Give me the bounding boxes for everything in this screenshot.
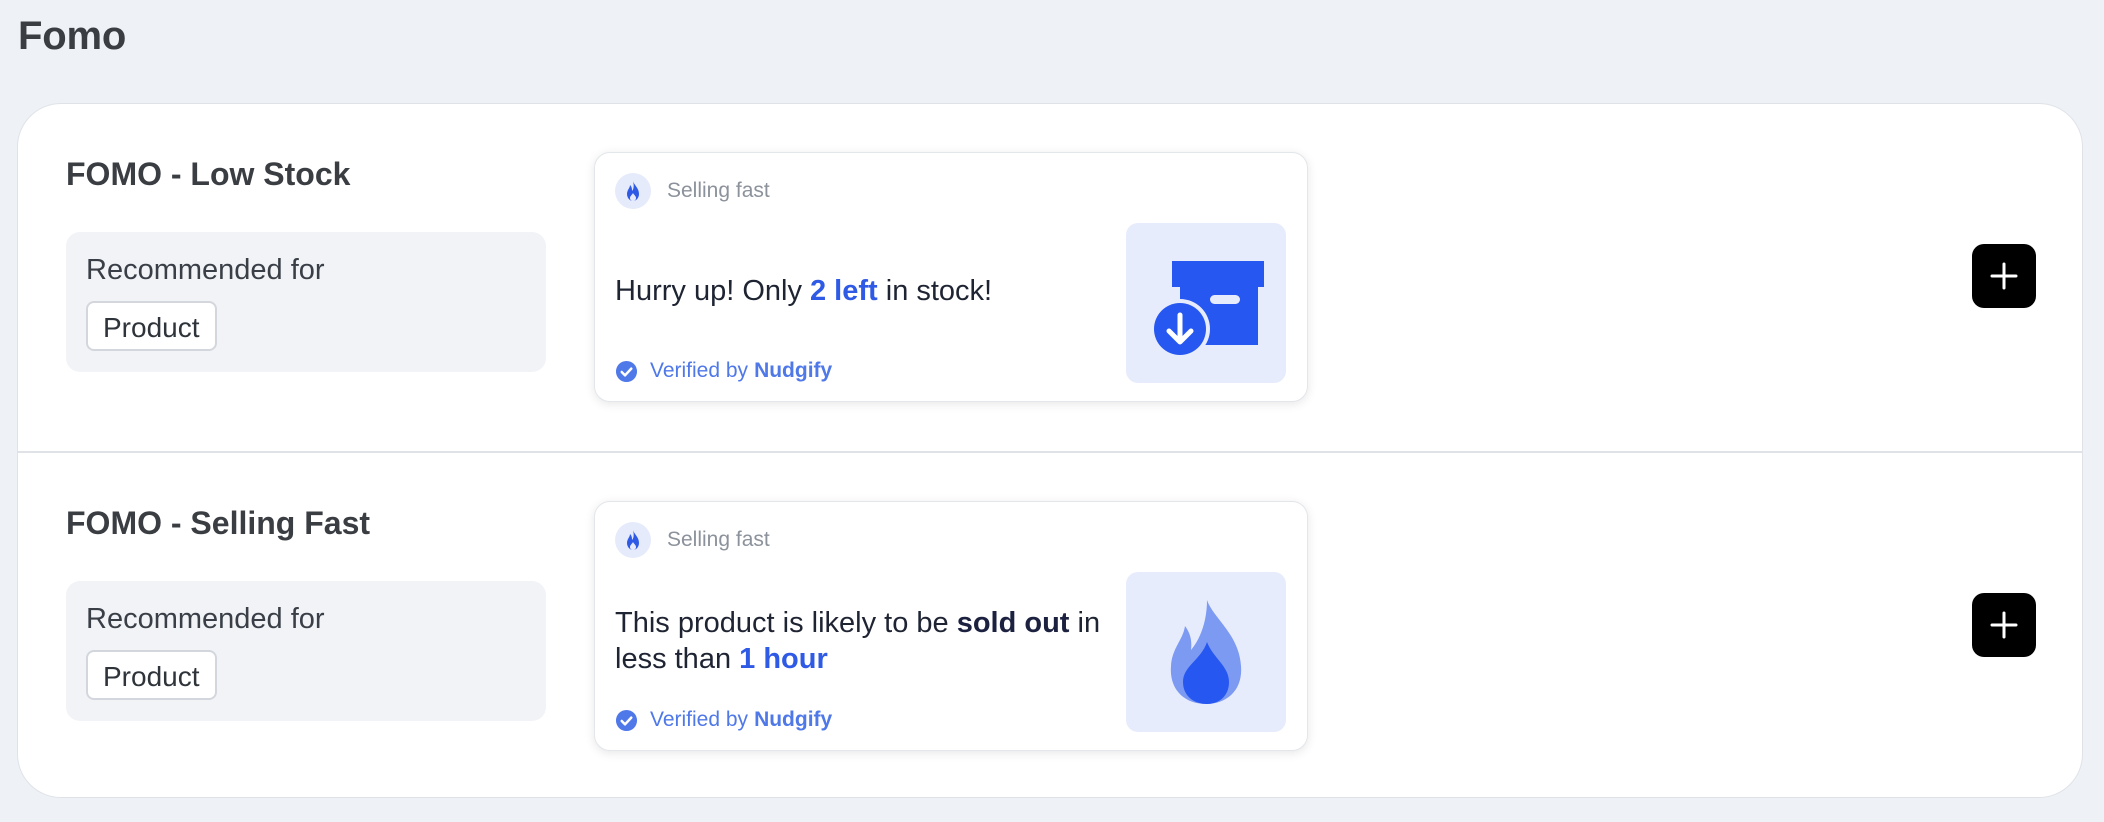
- template-title: FOMO - Selling Fast: [66, 505, 371, 541]
- add-template-button[interactable]: [1972, 593, 2036, 657]
- fire-icon: [615, 522, 651, 558]
- card-header-label: Selling fast: [667, 179, 770, 202]
- message-text: Hurry up! Only: [615, 275, 810, 307]
- templates-panel: FOMO - Low Stock Recommended for Product…: [17, 103, 2083, 798]
- message-text: This product is likely to be: [615, 607, 957, 639]
- plus-icon: [1990, 262, 2018, 290]
- recommended-box: Recommended for Product: [66, 581, 546, 721]
- verified-brand: Nudgify: [754, 708, 833, 731]
- notification-preview-card: Selling fast This product is likely to b…: [594, 501, 1308, 751]
- verified-line: Verified by Nudgify: [615, 359, 832, 383]
- check-circle-icon: [615, 709, 638, 731]
- recommended-tag: Product: [86, 301, 217, 351]
- plus-icon: [1990, 611, 2018, 639]
- verified-prefix: Verified by: [650, 708, 749, 731]
- card-header: Selling fast: [615, 171, 770, 211]
- card-message: Hurry up! Only 2 left in stock!: [615, 273, 1115, 309]
- recommended-label: Recommended for: [86, 254, 325, 286]
- message-text: in stock!: [877, 275, 993, 307]
- verified-line: Verified by Nudgify: [615, 708, 832, 732]
- page-title: Fomo: [18, 14, 127, 58]
- fire-icon: [615, 173, 651, 209]
- recommended-tag: Product: [86, 650, 217, 700]
- add-template-button[interactable]: [1972, 244, 2036, 308]
- message-strong: sold out: [956, 607, 1070, 639]
- check-circle-icon: [615, 360, 638, 382]
- template-title: FOMO - Low Stock: [66, 156, 351, 192]
- recommended-box: Recommended for Product: [66, 232, 546, 372]
- card-header-label: Selling fast: [667, 528, 770, 551]
- flame-icon: [1126, 572, 1286, 732]
- template-row-low-stock: FOMO - Low Stock Recommended for Product…: [18, 104, 2082, 453]
- card-header: Selling fast: [615, 520, 770, 560]
- verified-prefix: Verified by: [650, 359, 749, 382]
- notification-preview-card: Selling fast Hurry up! Only 2 left in st…: [594, 152, 1308, 402]
- template-row-selling-fast: FOMO - Selling Fast Recommended for Prod…: [18, 453, 2082, 797]
- recommended-label: Recommended for: [86, 603, 325, 635]
- message-highlight: 2 left: [810, 275, 878, 307]
- message-highlight: 1 hour: [739, 643, 828, 675]
- verified-brand: Nudgify: [754, 359, 833, 382]
- box-download-icon: [1126, 223, 1286, 383]
- card-message: This product is likely to be sold out in…: [615, 605, 1115, 677]
